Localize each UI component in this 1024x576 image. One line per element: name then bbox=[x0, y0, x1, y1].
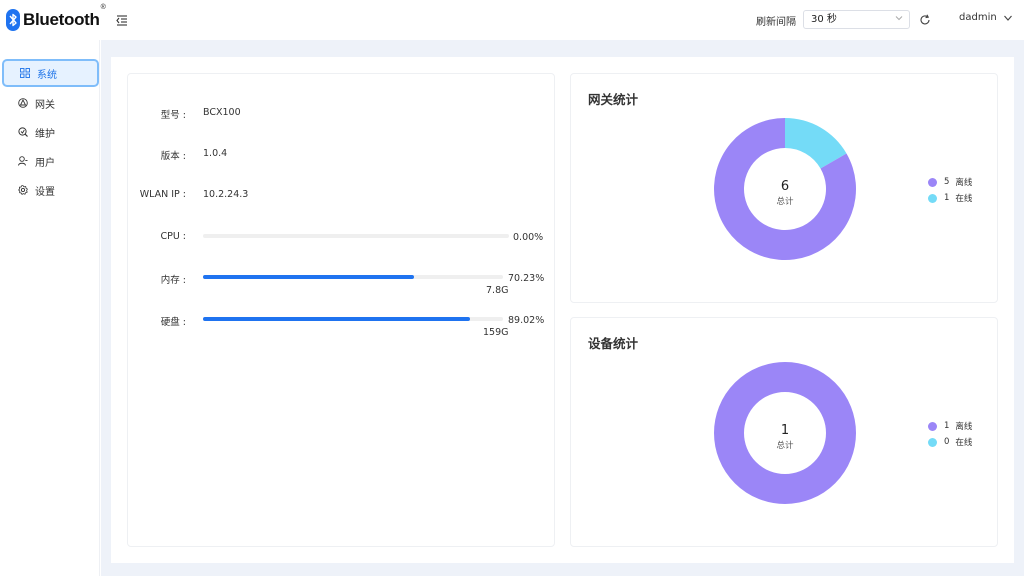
wlan-ip-value: 10.2.24.3 bbox=[203, 189, 249, 200]
refresh-icon[interactable] bbox=[918, 13, 932, 27]
device-total: 1 bbox=[780, 423, 790, 438]
offline-count: 1 bbox=[944, 421, 950, 431]
gateway-icon bbox=[18, 98, 28, 108]
disk-progress-fill bbox=[203, 317, 471, 321]
top-bar: Bluetooth® 刷新间隔 30 秒 dadmin bbox=[0, 0, 1024, 40]
wrench-icon bbox=[18, 127, 28, 137]
online-label: 在线 bbox=[955, 194, 973, 204]
legend-offline[interactable]: 5 离线 bbox=[928, 176, 972, 188]
memory-label: 内存 : bbox=[160, 275, 186, 286]
legend-online[interactable]: 0 在线 bbox=[928, 436, 972, 448]
gateway-stats-card: 网关统计 6 总计 5 离线 1 在线 bbox=[570, 73, 998, 303]
gateway-stats-title: 网关统计 bbox=[588, 92, 639, 107]
legend-dot bbox=[928, 193, 937, 203]
offline-label: 离线 bbox=[955, 178, 973, 188]
sidebar-item-settings[interactable]: 设置 bbox=[2, 176, 99, 204]
offline-label: 离线 bbox=[955, 422, 973, 432]
device-stats-card: 设备统计 1 总计 1 离线 0 在线 bbox=[570, 317, 998, 547]
bluetooth-logo-icon bbox=[6, 9, 20, 31]
legend-offline[interactable]: 1 离线 bbox=[928, 420, 972, 432]
cpu-progress-bar bbox=[203, 234, 509, 238]
model-value: BCX100 bbox=[203, 107, 241, 118]
sidebar-item-label: 设置 bbox=[35, 186, 55, 198]
version-label: 版本 : bbox=[160, 151, 186, 162]
sidebar-item-label: 系统 bbox=[37, 69, 57, 81]
memory-percent: 70.23% bbox=[508, 273, 545, 284]
disk-progress-bar bbox=[203, 317, 503, 321]
refresh-interval-select[interactable]: 30 秒 bbox=[803, 10, 910, 29]
chevron-down-icon bbox=[1003, 15, 1012, 21]
disk-percent: 89.02% bbox=[508, 315, 545, 326]
model-label: 型号 : bbox=[160, 110, 186, 121]
logo[interactable]: Bluetooth® bbox=[6, 4, 106, 31]
username: dadmin bbox=[959, 12, 997, 23]
memory-progress-bar bbox=[203, 275, 503, 279]
logo-registered-mark: ® bbox=[100, 4, 106, 11]
online-count: 0 bbox=[944, 437, 950, 447]
online-count: 1 bbox=[944, 193, 950, 203]
disk-size: 159G bbox=[483, 327, 509, 338]
logo-text: Bluetooth bbox=[23, 10, 100, 29]
device-stats-title: 设备统计 bbox=[588, 336, 639, 351]
sidebar-item-maintenance[interactable]: 维护 bbox=[2, 118, 99, 146]
memory-progress-fill bbox=[203, 275, 414, 279]
sidebar-item-label: 网关 bbox=[35, 99, 55, 111]
disk-label: 硬盘 : bbox=[160, 317, 186, 328]
system-info-card: 型号 : BCX100 版本 : 1.0.4 WLAN IP : 10.2.24… bbox=[127, 73, 555, 547]
gateway-total-label: 总计 bbox=[776, 197, 794, 207]
memory-size: 7.8G bbox=[486, 285, 509, 296]
sidebar: 系统 网关 维护 用户 设置 bbox=[0, 40, 100, 576]
version-value: 1.0.4 bbox=[203, 148, 228, 159]
legend-dot bbox=[928, 437, 937, 447]
wlan-ip-label: WLAN IP : bbox=[139, 189, 186, 200]
gateway-total: 6 bbox=[780, 179, 790, 194]
cpu-percent: 0.00% bbox=[513, 232, 544, 243]
legend-online[interactable]: 1 在线 bbox=[928, 192, 972, 204]
user-icon bbox=[18, 156, 28, 166]
menu-fold-icon[interactable] bbox=[115, 13, 129, 27]
user-menu[interactable]: dadmin bbox=[959, 12, 1013, 23]
gear-icon bbox=[18, 185, 28, 195]
legend-dot bbox=[928, 177, 937, 187]
dashboard-panel: 型号 : BCX100 版本 : 1.0.4 WLAN IP : 10.2.24… bbox=[111, 57, 1014, 563]
cpu-label: CPU : bbox=[160, 231, 186, 242]
refresh-interval-label: 刷新间隔 bbox=[756, 17, 796, 28]
chevron-down-icon bbox=[895, 16, 903, 21]
offline-count: 5 bbox=[944, 177, 950, 187]
grid-icon bbox=[20, 68, 30, 78]
refresh-interval-value: 30 秒 bbox=[811, 14, 837, 25]
sidebar-item-users[interactable]: 用户 bbox=[2, 147, 99, 175]
online-label: 在线 bbox=[955, 438, 973, 448]
main-content: 型号 : BCX100 版本 : 1.0.4 WLAN IP : 10.2.24… bbox=[101, 40, 1024, 576]
device-total-label: 总计 bbox=[776, 441, 794, 451]
legend-dot bbox=[928, 421, 937, 431]
sidebar-item-gateway[interactable]: 网关 bbox=[2, 89, 99, 117]
sidebar-item-label: 用户 bbox=[35, 157, 55, 169]
sidebar-item-system[interactable]: 系统 bbox=[2, 59, 99, 87]
sidebar-item-label: 维护 bbox=[35, 128, 55, 140]
